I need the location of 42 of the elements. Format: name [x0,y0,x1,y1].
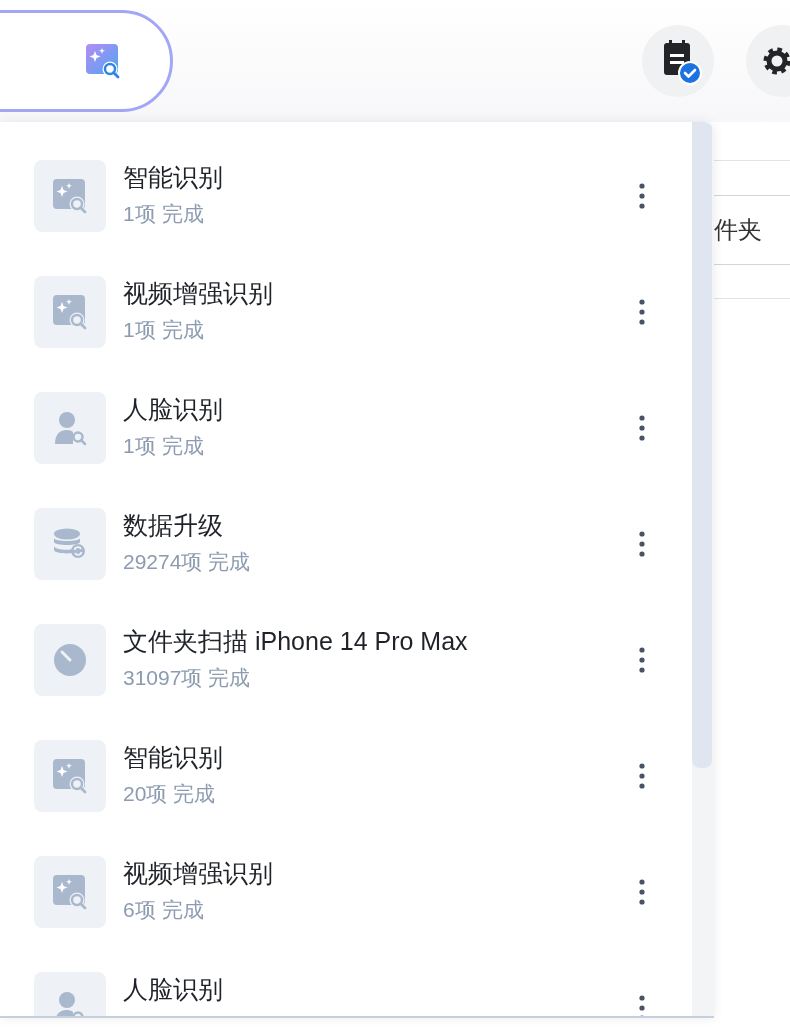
task-status: 1项 完成 [123,433,205,459]
task-status: 1项 完成 [123,317,205,343]
task-title: 数据升级 [123,510,224,541]
more-icon [639,299,645,325]
task-item[interactable]: 人脸识别 [0,972,692,1016]
task-item[interactable]: 智能识别 1项 完成 [0,160,692,276]
task-item[interactable]: 智能识别 20项 完成 [0,740,692,856]
gauge-icon [52,642,88,678]
task-title: 文件夹扫描 iPhone 14 Pro Max [123,626,469,657]
image-search-icon [51,177,89,215]
more-icon [639,879,645,905]
task-status: 29274项 完成 [123,549,252,575]
task-item[interactable]: 人脸识别 1项 完成 [0,392,692,508]
person-search-icon [52,410,88,446]
image-search-icon [51,757,89,795]
task-title: 视频增强识别 [123,858,274,889]
more-icon [639,763,645,789]
task-item[interactable]: 视频增强识别 6项 完成 [0,856,692,972]
more-icon [639,647,645,673]
settings-icon [762,46,790,76]
image-search-icon [51,873,89,911]
more-icon [639,415,645,441]
folder-tab[interactable]: 件夹 [714,212,762,248]
task-title: 视频增强识别 [123,278,274,309]
task-title: 人脸识别 [123,974,224,1005]
task-title: 智能识别 [123,162,224,193]
more-icon [639,531,645,557]
task-status: 6项 完成 [123,897,205,923]
task-item[interactable]: 文件夹扫描 iPhone 14 Pro Max 31097项 完成 [0,624,692,740]
image-search-icon [51,293,89,331]
more-icon [639,995,645,1016]
image-search-icon [84,42,122,80]
task-status: 1项 完成 [123,201,205,227]
task-item[interactable]: 视频增强识别 1项 完成 [0,276,692,392]
task-item[interactable]: 数据升级 29274项 完成 [0,508,692,624]
task-status: 31097项 完成 [123,665,252,691]
task-status: 20项 完成 [123,781,217,807]
task-title: 智能识别 [123,742,224,773]
task-title: 人脸识别 [123,394,224,425]
scrollbar-thumb[interactable] [692,122,712,768]
more-icon [639,183,645,209]
database-sync-icon [52,527,88,561]
